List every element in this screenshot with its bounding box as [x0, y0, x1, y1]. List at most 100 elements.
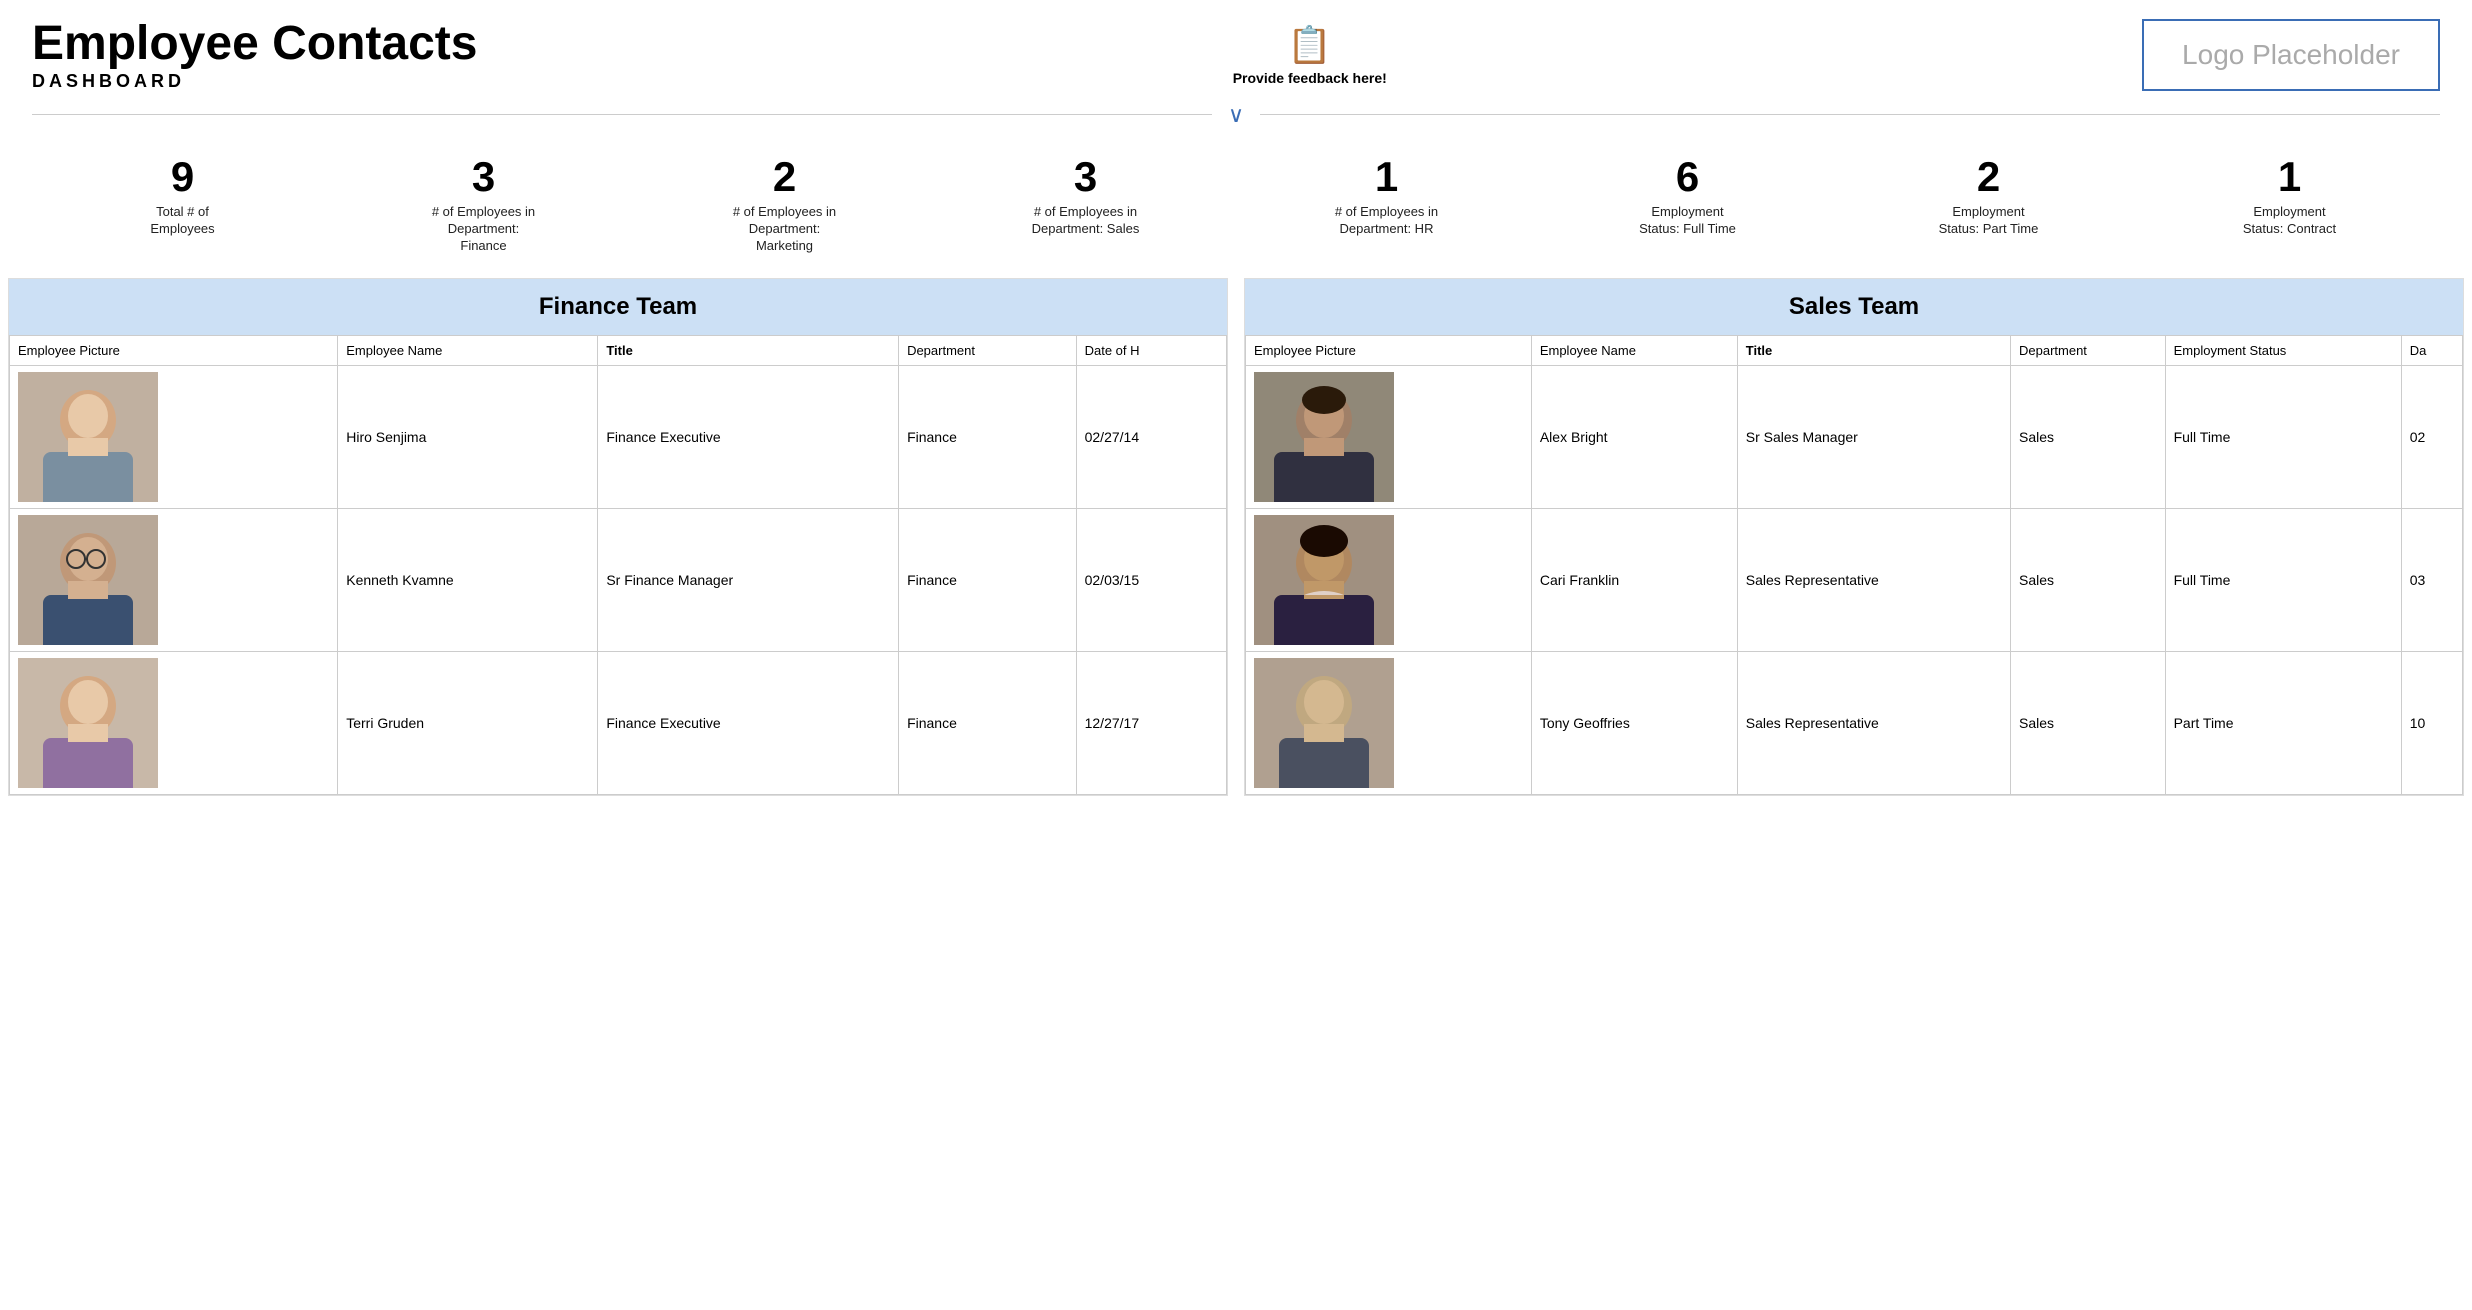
logo-placeholder: Logo Placeholder [2142, 19, 2440, 91]
divider-row: ∨ [0, 102, 2472, 128]
employee-title: Finance Executive [598, 366, 899, 509]
employee-photo-cell [1246, 509, 1532, 652]
finance-col-title: Title [598, 336, 899, 366]
finance-team-header: Finance Team [9, 279, 1227, 335]
stat-contract: 1 EmploymentStatus: Contract [2139, 156, 2440, 238]
sales-team-section: Sales Team Employee Picture Employee Nam… [1244, 278, 2464, 796]
employee-name: Cari Franklin [1531, 509, 1737, 652]
employee-photo-cell [10, 652, 338, 795]
stat-label-hr: # of Employees inDepartment: HR [1236, 204, 1537, 238]
employee-date: 02/27/14 [1076, 366, 1226, 509]
page-title: Employee Contacts [32, 18, 477, 71]
employee-name: Tony Geoffries [1531, 652, 1737, 795]
finance-col-picture: Employee Picture [10, 336, 338, 366]
employee-dept: Finance [899, 509, 1077, 652]
sales-col-dept: Department [2010, 336, 2165, 366]
employee-status: Full Time [2165, 509, 2401, 652]
stat-number-fulltime: 6 [1537, 156, 1838, 198]
feedback-icon: 📋 [1287, 24, 1332, 66]
divider-right [1260, 114, 2440, 115]
stats-row: 9 Total # ofEmployees 3 # of Employees i… [0, 138, 2472, 279]
stat-number-parttime: 2 [1838, 156, 2139, 198]
stat-label-sales: # of Employees inDepartment: Sales [935, 204, 1236, 238]
employee-date: 12/27/17 [1076, 652, 1226, 795]
stat-number-marketing: 2 [634, 156, 935, 198]
stat-label-finance: # of Employees inDepartment:Finance [333, 204, 634, 255]
employee-dept: Sales [2010, 509, 2165, 652]
photo-alex [1254, 372, 1394, 502]
stat-number-finance: 3 [333, 156, 634, 198]
employee-dept: Sales [2010, 652, 2165, 795]
table-row: Cari Franklin Sales Representative Sales… [1246, 509, 2463, 652]
finance-team-section: Finance Team Employee Picture Employee N… [8, 278, 1228, 796]
table-row: Terri Gruden Finance Executive Finance 1… [10, 652, 1227, 795]
finance-team-table: Employee Picture Employee Name Title Dep… [9, 335, 1227, 795]
feedback-button[interactable]: 📋 Provide feedback here! [1233, 24, 1387, 86]
sales-col-date: Da [2401, 336, 2462, 366]
divider-left [32, 114, 1212, 115]
finance-table-header-row: Employee Picture Employee Name Title Dep… [10, 336, 1227, 366]
finance-col-dept: Department [899, 336, 1077, 366]
feedback-label: Provide feedback here! [1233, 70, 1387, 86]
stat-number-hr: 1 [1236, 156, 1537, 198]
employee-dept: Finance [899, 366, 1077, 509]
stat-label-marketing: # of Employees inDepartment:Marketing [634, 204, 935, 255]
photo-cari [1254, 515, 1394, 645]
table-row: Alex Bright Sr Sales Manager Sales Full … [1246, 366, 2463, 509]
employee-date: 10 [2401, 652, 2462, 795]
stat-number-contract: 1 [2139, 156, 2440, 198]
employee-title: Sr Finance Manager [598, 509, 899, 652]
photo-hiro [18, 372, 158, 502]
employee-dept: Finance [899, 652, 1077, 795]
photo-kenneth [18, 515, 158, 645]
employee-name: Kenneth Kvamne [338, 509, 598, 652]
sales-team-table: Employee Picture Employee Name Title Dep… [1245, 335, 2463, 795]
stat-label-fulltime: EmploymentStatus: Full Time [1537, 204, 1838, 238]
table-row: Hiro Senjima Finance Executive Finance 0… [10, 366, 1227, 509]
photo-terri [18, 658, 158, 788]
page-subtitle: DASHBOARD [32, 71, 477, 92]
employee-name: Hiro Senjima [338, 366, 598, 509]
photo-tony [1254, 658, 1394, 788]
sales-col-picture: Employee Picture [1246, 336, 1532, 366]
page-header: Employee Contacts DASHBOARD 📋 Provide fe… [0, 0, 2472, 102]
chevron-down-icon[interactable]: ∨ [1212, 102, 1260, 128]
stat-label-total: Total # ofEmployees [32, 204, 333, 238]
teams-row: Finance Team Employee Picture Employee N… [0, 278, 2472, 796]
stat-label-contract: EmploymentStatus: Contract [2139, 204, 2440, 238]
employee-date: 02 [2401, 366, 2462, 509]
table-row: Kenneth Kvamne Sr Finance Manager Financ… [10, 509, 1227, 652]
employee-photo [1254, 658, 1394, 788]
employee-date: 03 [2401, 509, 2462, 652]
sales-table-header-row: Employee Picture Employee Name Title Dep… [1246, 336, 2463, 366]
sales-col-title: Title [1737, 336, 2010, 366]
stat-hr: 1 # of Employees inDepartment: HR [1236, 156, 1537, 238]
employee-dept: Sales [2010, 366, 2165, 509]
employee-photo [18, 372, 158, 502]
stat-parttime: 2 EmploymentStatus: Part Time [1838, 156, 2139, 238]
title-block: Employee Contacts DASHBOARD [32, 18, 477, 92]
stat-finance: 3 # of Employees inDepartment:Finance [333, 156, 634, 255]
stat-sales: 3 # of Employees inDepartment: Sales [935, 156, 1236, 238]
stat-marketing: 2 # of Employees inDepartment:Marketing [634, 156, 935, 255]
employee-photo [18, 658, 158, 788]
employee-title: Sales Representative [1737, 652, 2010, 795]
employee-photo-cell [1246, 366, 1532, 509]
employee-title: Sr Sales Manager [1737, 366, 2010, 509]
employee-title: Sales Representative [1737, 509, 2010, 652]
employee-photo-cell [1246, 652, 1532, 795]
employee-photo [1254, 515, 1394, 645]
finance-col-date: Date of H [1076, 336, 1226, 366]
employee-photo [18, 515, 158, 645]
employee-title: Finance Executive [598, 652, 899, 795]
employee-status: Full Time [2165, 366, 2401, 509]
employee-name: Terri Gruden [338, 652, 598, 795]
employee-date: 02/03/15 [1076, 509, 1226, 652]
stat-total-employees: 9 Total # ofEmployees [32, 156, 333, 238]
finance-col-name: Employee Name [338, 336, 598, 366]
sales-col-status: Employment Status [2165, 336, 2401, 366]
employee-photo-cell [10, 366, 338, 509]
stat-number-sales: 3 [935, 156, 1236, 198]
stat-number-total: 9 [32, 156, 333, 198]
employee-name: Alex Bright [1531, 366, 1737, 509]
